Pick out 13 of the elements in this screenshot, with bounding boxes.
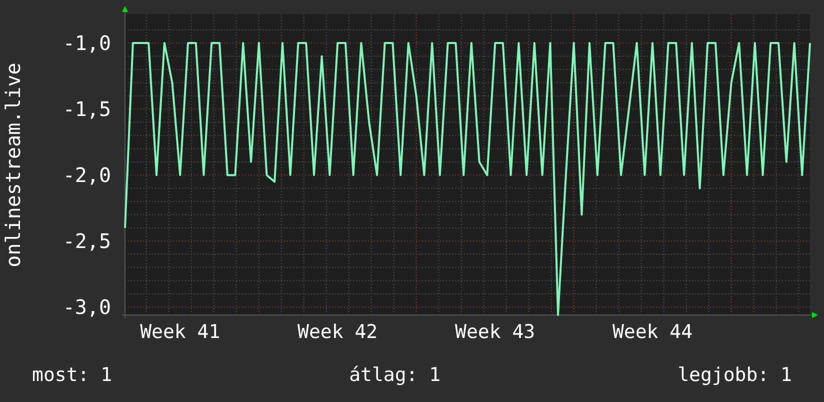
y-tick-label: -1,5 — [62, 97, 111, 122]
legend-value: most: 1 — [32, 363, 112, 388]
x-tick-label: Week 43 — [455, 321, 536, 343]
y-axis-title: onlinestream.live — [1, 62, 25, 268]
legend-value: legjobb: 1 — [678, 363, 792, 388]
legend-value: átlag: 1 — [349, 363, 441, 388]
y-tick-label: -1,0 — [62, 31, 111, 56]
y-tick-label: -2,5 — [62, 229, 111, 254]
x-tick-label: Week 42 — [298, 321, 378, 343]
x-tick-label: Week 44 — [612, 321, 693, 343]
y-tick-label: -2,0 — [62, 163, 111, 188]
x-tick-label: Week 41 — [140, 321, 220, 343]
y-tick-label: -3,0 — [62, 295, 111, 320]
